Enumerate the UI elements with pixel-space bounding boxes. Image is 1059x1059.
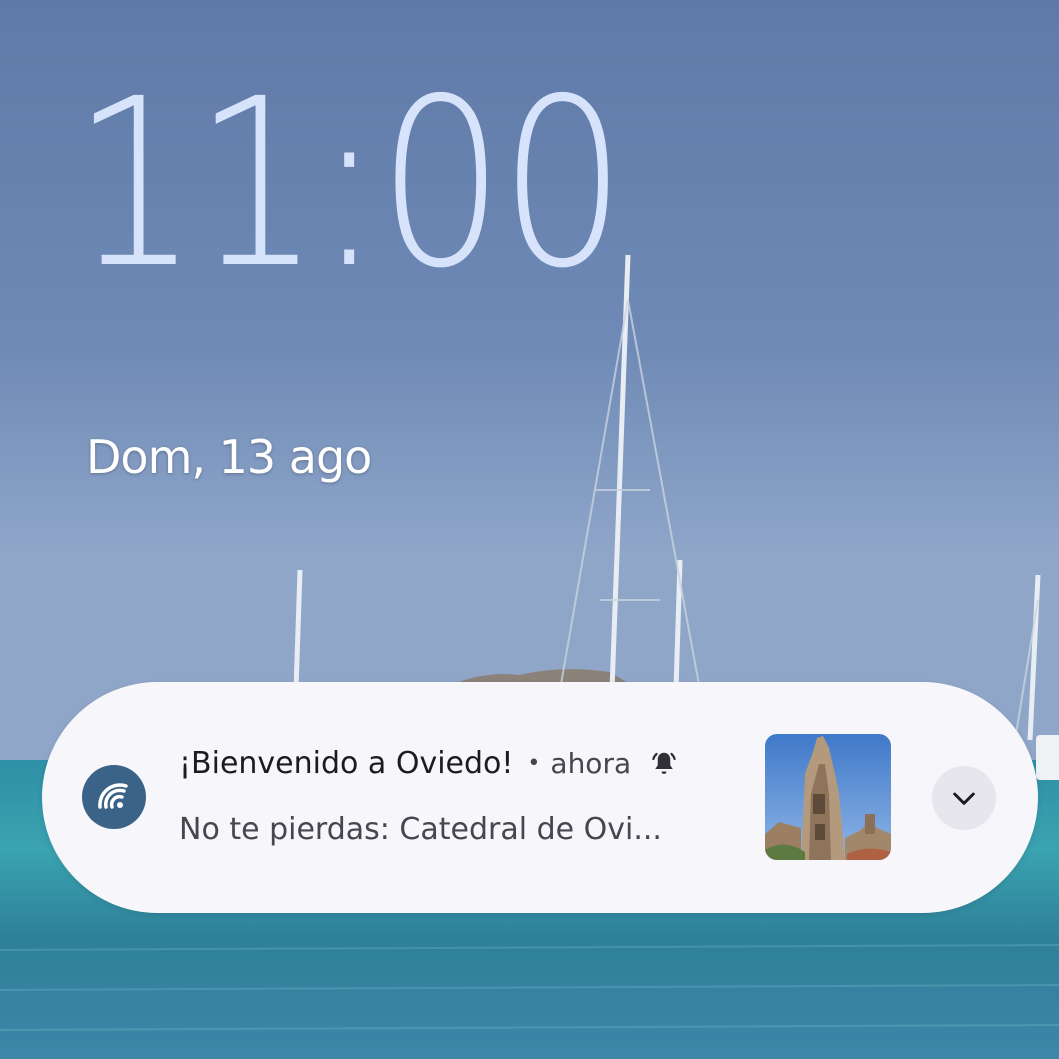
lockscreen-date: Dom, 13 ago xyxy=(86,430,372,484)
notification-card[interactable]: ¡Bienvenido a Oviedo! • ahora No te pier… xyxy=(42,682,1038,913)
lockscreen-clock: 11:00 xyxy=(72,49,626,319)
notification-body: No te pierdas: Catedral de Ovi... xyxy=(179,812,662,847)
bell-ringing-icon xyxy=(652,752,676,774)
notification-time: ahora xyxy=(550,747,632,780)
chevron-down-icon xyxy=(953,792,975,805)
cathedral-thumbnail xyxy=(765,734,891,860)
notification-separator: • xyxy=(527,751,541,776)
notification-title: ¡Bienvenido a Oviedo! xyxy=(179,746,514,781)
wifi-shell-app-icon xyxy=(82,765,146,829)
notification-header: ¡Bienvenido a Oviedo! • ahora xyxy=(179,746,679,781)
expand-notification-button[interactable] xyxy=(932,766,996,830)
